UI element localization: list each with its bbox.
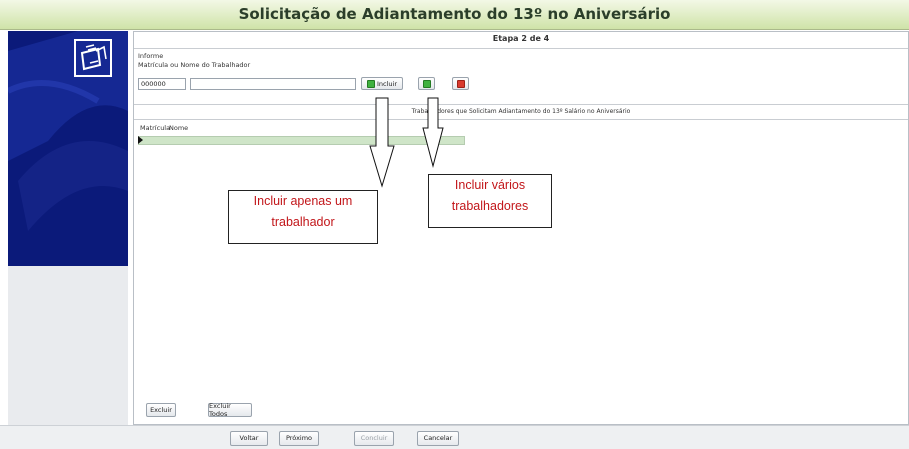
back-button[interactable]: Voltar bbox=[230, 431, 268, 446]
cancel-button[interactable]: Cancelar bbox=[417, 431, 459, 446]
next-button[interactable]: Próximo bbox=[279, 431, 319, 446]
callout-include-multiple-line1: Incluir vários bbox=[454, 178, 526, 192]
callout-include-one: Incluir apenas um trabalhador bbox=[228, 190, 378, 244]
callout-include-one-line1: Incluir apenas um bbox=[253, 194, 353, 208]
arrow-include-multiple bbox=[422, 97, 444, 168]
arrow-include-one bbox=[369, 97, 395, 188]
finish-button[interactable]: Concluir bbox=[354, 431, 394, 446]
callout-include-multiple: Incluir vários trabalhadores bbox=[428, 174, 552, 228]
callout-include-one-line2: trabalhador bbox=[271, 215, 335, 229]
callout-include-multiple-line2: trabalhadores bbox=[451, 199, 529, 213]
